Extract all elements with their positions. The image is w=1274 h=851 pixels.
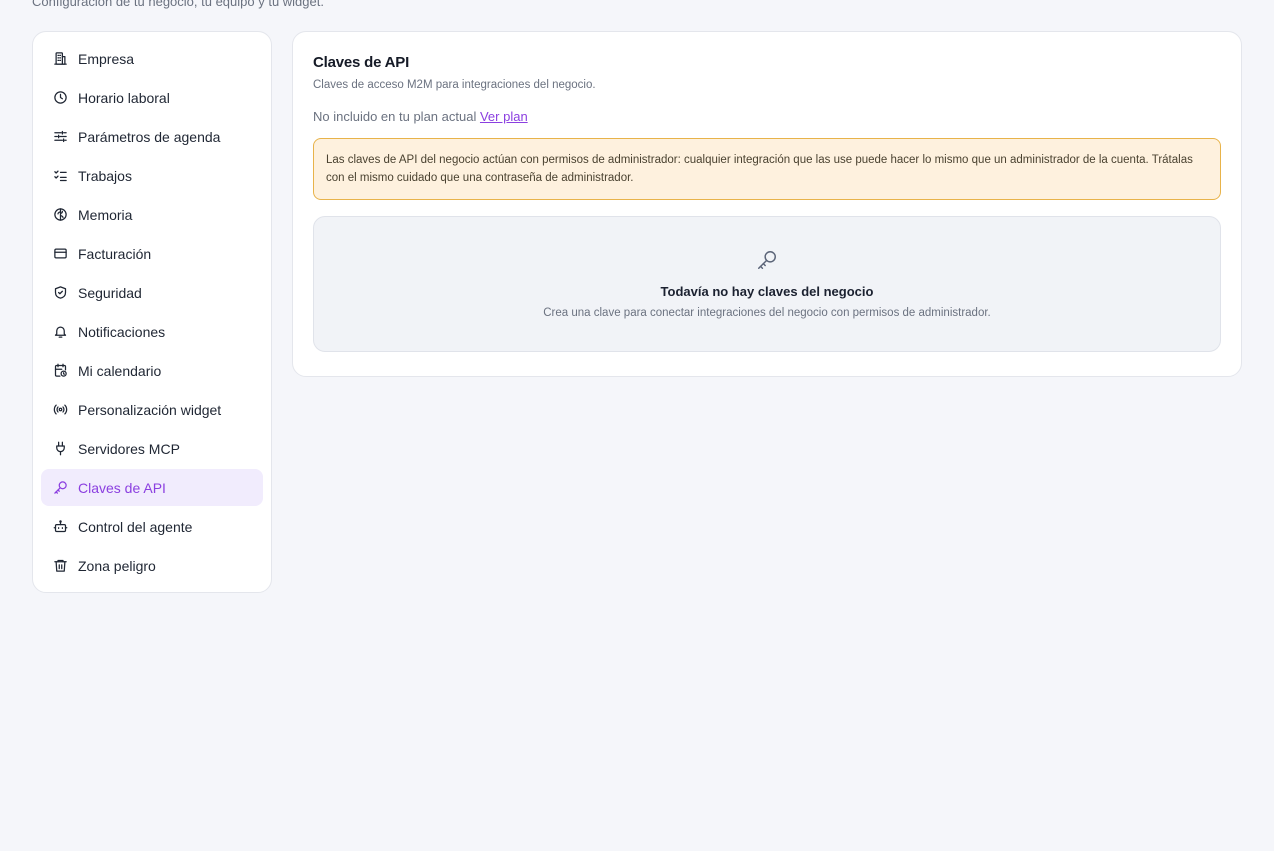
sidebar-item-label: Notificaciones [78,323,166,340]
sidebar-item-zona-peligro[interactable]: Zona peligro [41,547,263,584]
sidebar-item-label: Parámetros de agenda [78,128,221,145]
sidebar-item-label: Servidores MCP [78,440,180,457]
sidebar-item-claves-api[interactable]: Claves de API [41,469,263,506]
sidebar-item-label: Seguridad [78,284,142,301]
brain-icon [53,207,68,222]
bot-icon [53,519,68,534]
sidebar-item-widget[interactable]: Personalización widget [41,391,263,428]
sidebar-item-label: Control del agente [78,518,193,535]
settings-sidebar: Empresa Horario laboral Parámetros de ag… [32,31,272,593]
view-plan-link[interactable]: Ver plan [480,109,528,124]
section-title: Claves de API [313,54,410,71]
api-keys-card: Claves de API Claves de acceso M2M para … [292,31,1242,377]
empty-state-description: Crea una clave para conectar integracion… [543,307,991,319]
sidebar-item-seguridad[interactable]: Seguridad [41,274,263,311]
sidebar-item-empresa[interactable]: Empresa [41,40,263,77]
sidebar-item-trabajos[interactable]: Trabajos [41,157,263,194]
key-icon [53,480,68,495]
credit-card-icon [53,246,68,261]
sidebar-item-label: Empresa [78,50,135,67]
section-description: Claves de acceso M2M para integraciones … [313,79,596,91]
plug-icon [53,441,68,456]
checklist-icon [53,168,68,183]
sidebar-item-label: Zona peligro [78,557,156,574]
radio-icon [53,402,68,417]
building-icon [53,51,68,66]
clock-icon [53,90,68,105]
empty-state: Todavía no hay claves del negocio Crea u… [313,216,1221,352]
sidebar-item-label: Personalización widget [78,401,222,418]
sidebar-item-horario[interactable]: Horario laboral [41,79,263,116]
sidebar-item-parametros[interactable]: Parámetros de agenda [41,118,263,155]
sidebar-item-notificaciones[interactable]: Notificaciones [41,313,263,350]
admin-permissions-warning: Las claves de API del negocio actúan con… [313,138,1221,200]
bell-icon [53,324,68,339]
page-subtitle: Configuración de tu negocio, tu equipo y… [32,0,324,9]
sidebar-item-label: Horario laboral [78,89,170,106]
sidebar-item-control-agente[interactable]: Control del agente [41,508,263,545]
plan-notice: No incluido en tu plan actual Ver plan [313,109,1221,124]
key-icon [756,249,778,276]
sidebar-item-mcp[interactable]: Servidores MCP [41,430,263,467]
plan-notice-text: No incluido en tu plan actual [313,109,477,124]
shield-check-icon [53,285,68,300]
calendar-clock-icon [53,363,68,378]
sliders-icon [53,129,68,144]
trash-icon [53,558,68,573]
sidebar-item-label: Facturación [78,245,152,262]
sidebar-item-label: Memoria [78,206,133,223]
sidebar-item-label: Claves de API [78,479,166,496]
sidebar-item-facturacion[interactable]: Facturación [41,235,263,272]
sidebar-item-label: Mi calendario [78,362,162,379]
sidebar-item-memoria[interactable]: Memoria [41,196,263,233]
sidebar-item-label: Trabajos [78,167,132,184]
empty-state-title: Todavía no hay claves del negocio [660,284,874,299]
sidebar-item-mi-calendario[interactable]: Mi calendario [41,352,263,389]
